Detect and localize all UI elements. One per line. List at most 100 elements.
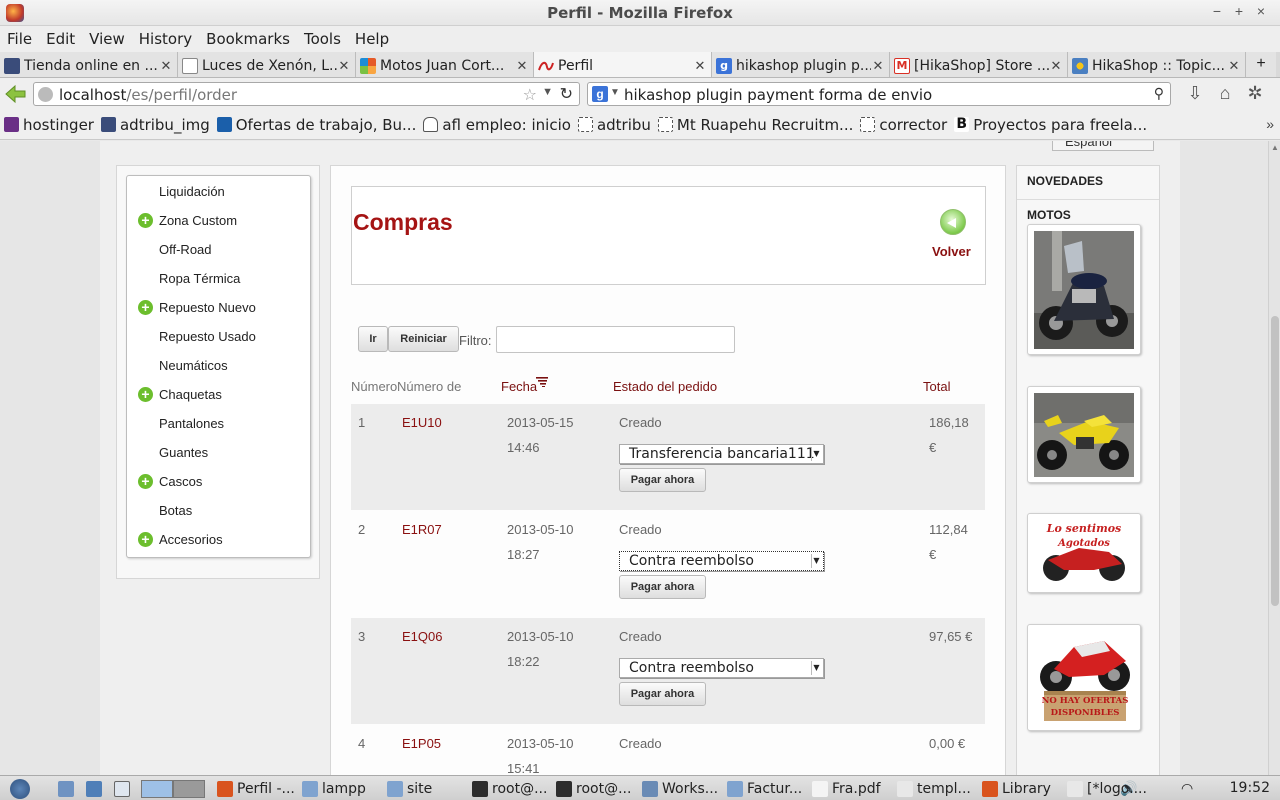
bookmark-proyectos[interactable]: B Proyectos para freela... (954, 116, 1147, 134)
bookmark-afl[interactable]: afl empleo: inicio (423, 116, 571, 134)
category-item[interactable]: Off-Road (127, 239, 310, 261)
minimize-button[interactable]: − (1206, 3, 1228, 19)
expand-plus-icon[interactable]: + (138, 532, 153, 547)
category-item[interactable]: + Chaquetas (127, 384, 310, 406)
bookmark-ruapehu[interactable]: Mt Ruapehu Recruitm... (657, 116, 853, 134)
reset-button[interactable]: Reiniciar (388, 326, 459, 352)
bookmark-corrector[interactable]: corrector (860, 116, 947, 134)
order-code-link[interactable]: E1Q06 (402, 624, 442, 649)
product-thumbnail-custom-motorcycle[interactable] (1027, 224, 1141, 355)
back-arrow-icon[interactable] (4, 82, 28, 106)
category-item[interactable]: + Cascos (127, 471, 310, 493)
go-button[interactable]: Ir (358, 326, 388, 352)
bookmark-star-icon[interactable]: ☆ (523, 85, 537, 105)
pay-now-button[interactable]: Pagar ahora (619, 575, 706, 599)
payment-method-select[interactable]: Contra reembolso ▼ (619, 658, 824, 678)
pager-desktop-1[interactable] (141, 779, 177, 799)
tab-luces[interactable]: Luces de Xenón, L... ✕ (178, 52, 356, 77)
category-item[interactable]: Pantalones (127, 413, 310, 435)
order-code-link[interactable]: E1P05 (402, 731, 441, 756)
back-circle-icon[interactable] (940, 209, 966, 235)
tab-tienda[interactable]: Tienda online en ... ✕ (0, 52, 178, 77)
menu-tools[interactable]: Tools (297, 26, 348, 48)
menu-edit[interactable]: Edit (39, 26, 82, 48)
site-identity-icon[interactable] (38, 87, 53, 102)
addon-icon[interactable]: ✲ (1240, 83, 1270, 104)
close-icon[interactable]: ✕ (1227, 59, 1241, 74)
taskbar-window-button[interactable]: Fra.pdf (812, 779, 881, 799)
close-icon[interactable]: ✕ (515, 59, 529, 74)
bookmark-hostinger[interactable]: hostinger (4, 116, 94, 134)
menu-bookmarks[interactable]: Bookmarks (199, 26, 297, 48)
download-icon[interactable]: ⇩ (1180, 83, 1210, 104)
menu-history[interactable]: History (132, 26, 199, 48)
column-date[interactable]: Fecha (501, 375, 537, 399)
category-item[interactable]: Liquidación (127, 181, 310, 203)
sold-out-banner[interactable]: Lo sentimos Agotados (1027, 513, 1141, 593)
taskbar-window-button[interactable]: Library (982, 779, 1051, 799)
category-item[interactable]: Guantes (127, 442, 310, 464)
column-status[interactable]: Estado del pedido (613, 375, 717, 399)
filter-input[interactable] (496, 326, 735, 353)
expand-plus-icon[interactable]: + (138, 300, 153, 315)
history-dropdown-icon[interactable]: ▼ (542, 86, 553, 98)
taskbar-window-button[interactable]: Works... (642, 779, 718, 799)
expand-plus-icon[interactable]: + (138, 213, 153, 228)
reload-icon[interactable]: ↻ (560, 84, 573, 104)
tab-hikashop-topic[interactable]: HikaShop :: Topic... ✕ (1068, 52, 1246, 77)
order-code-link[interactable]: E1U10 (402, 410, 442, 435)
search-engine-dropdown-icon[interactable]: ▼ (610, 87, 620, 98)
search-icon[interactable]: ⚲ (1154, 85, 1164, 102)
taskbar-window-button[interactable]: lampp (302, 779, 366, 799)
bookmark-ofertas[interactable]: Ofertas de trabajo, Bu... (216, 116, 416, 134)
pager-desktop-2[interactable] (173, 779, 209, 799)
sort-descending-icon[interactable] (536, 375, 548, 387)
payment-method-select[interactable]: Contra reembolso ▼ (619, 551, 824, 571)
pay-now-button[interactable]: Pagar ahora (619, 468, 706, 492)
taskbar-window-button[interactable]: templ... (897, 779, 971, 799)
category-item[interactable]: Repuesto Usado (127, 326, 310, 348)
wifi-icon[interactable]: ◠ (1181, 779, 1193, 799)
no-offers-banner[interactable]: NO HAY OFERTAS DISPONIBLES (1027, 624, 1141, 731)
column-total[interactable]: Total (923, 375, 950, 399)
taskbar-window-button[interactable]: root@... (556, 779, 631, 799)
home-icon[interactable]: ⌂ (1210, 83, 1240, 104)
taskbar-window-button[interactable]: site (387, 779, 432, 799)
product-thumbnail-dirt-bike[interactable] (1027, 386, 1141, 483)
tab-motos[interactable]: Motos Juan Cort... ✕ (356, 52, 534, 77)
maximize-button[interactable]: + (1228, 3, 1250, 19)
order-code-link[interactable]: E1R07 (402, 517, 442, 542)
bookmark-adtribu-img[interactable]: adtribu_img (100, 116, 210, 134)
payment-method-select[interactable]: Transferencia bancaria111 ▼ (619, 444, 824, 464)
pay-now-button[interactable]: Pagar ahora (619, 682, 706, 706)
category-item[interactable]: + Repuesto Nuevo (127, 297, 310, 319)
page-scrollbar[interactable]: ▲ (1268, 141, 1280, 775)
close-icon[interactable]: ✕ (337, 59, 351, 74)
category-item[interactable]: Botas (127, 500, 310, 522)
scrollbar-thumb[interactable] (1271, 316, 1279, 606)
taskbar-window-button[interactable]: [*logo.... (1067, 779, 1147, 799)
expand-plus-icon[interactable]: + (138, 387, 153, 402)
back-link[interactable]: Volver (932, 244, 971, 259)
close-window-button[interactable]: × (1250, 3, 1272, 19)
close-icon[interactable]: ✕ (159, 59, 173, 74)
taskbar-window-button[interactable]: Perfil -... (217, 779, 295, 799)
google-icon[interactable]: g (592, 86, 608, 102)
show-desktop-icon[interactable] (58, 779, 78, 799)
taskbar-window-button[interactable]: Factur... (727, 779, 802, 799)
search-bar[interactable]: g ▼ hikashop plugin payment forma de env… (587, 82, 1171, 106)
close-icon[interactable]: ✕ (1049, 59, 1063, 74)
close-icon[interactable]: ✕ (693, 59, 707, 74)
category-item[interactable]: Ropa Térmica (127, 268, 310, 290)
category-item[interactable]: + Accesorios (127, 529, 310, 551)
language-select[interactable]: Español (1052, 141, 1154, 151)
tab-perfil[interactable]: Perfil ✕ (534, 52, 712, 77)
close-icon[interactable]: ✕ (871, 59, 885, 74)
bookmarks-overflow-icon[interactable]: » (1266, 116, 1274, 132)
menu-view[interactable]: View (82, 26, 132, 48)
menu-help[interactable]: Help (348, 26, 396, 48)
tab-hikashop-plugin[interactable]: g hikashop plugin p... ✕ (712, 52, 890, 77)
bookmark-adtribu[interactable]: adtribu (577, 116, 651, 134)
taskbar-window-button[interactable]: root@... (472, 779, 547, 799)
expand-plus-icon[interactable]: + (138, 474, 153, 489)
